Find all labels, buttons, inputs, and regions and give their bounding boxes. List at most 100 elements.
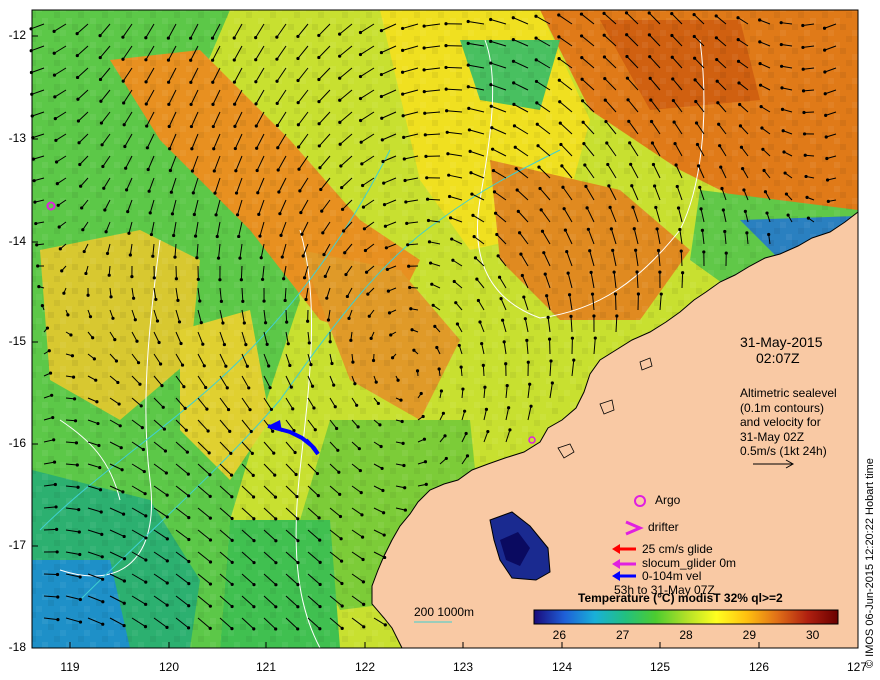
lat-tick-label: -13: [8, 131, 26, 145]
velocity-arrow-head: [361, 557, 365, 562]
lat-tick-label: -14: [8, 234, 26, 248]
velocity-arrow-head: [337, 470, 341, 474]
velocity-arrow-head: [206, 429, 210, 433]
velocity-arrow-head: [466, 63, 470, 67]
velocity-arrow-head: [114, 359, 119, 363]
velocity-arrow-head: [75, 53, 79, 58]
velocity-arrow-head: [55, 182, 59, 186]
velocity-arrow-head: [461, 387, 465, 391]
velocity-arrow-head: [318, 166, 322, 170]
velocity-arrow-head: [91, 336, 95, 340]
velocity-arrow-head: [557, 78, 561, 82]
velocity-arrow-head: [822, 26, 827, 30]
velocity-arrow-head: [144, 602, 148, 606]
velocity-arrow-head: [671, 98, 675, 103]
velocity-arrow-head: [100, 143, 104, 147]
velocity-arrow-head: [268, 386, 272, 390]
velocity-arrow-head: [230, 604, 234, 609]
velocity-arrow-head: [760, 126, 764, 130]
velocity-arrow-head: [402, 135, 406, 139]
velocity-arrow-head: [484, 407, 489, 411]
velocity-arrow-head: [78, 597, 82, 602]
velocity-arrow-head: [189, 36, 193, 40]
velocity-arrow-head: [579, 12, 584, 16]
velocity-arrow-head: [229, 451, 233, 455]
velocity-arrow-head: [252, 517, 256, 521]
velocity-arrow-head: [145, 146, 149, 150]
velocity-arrow-head: [625, 33, 629, 37]
legend-vel-label: 0-104m vel: [642, 569, 702, 583]
velocity-arrow-head: [296, 627, 300, 631]
velocity-arrow-head: [143, 624, 148, 629]
velocity-arrow-head: [341, 229, 346, 233]
velocity-arrow-head: [652, 184, 657, 188]
velocity-arrow-head: [528, 382, 532, 386]
velocity-arrow-head: [121, 79, 125, 83]
velocity-arrow-head: [489, 39, 493, 43]
velocity-arrow-head: [736, 37, 740, 42]
velocity-arrow-head: [101, 577, 105, 581]
velocity-arrow-head: [762, 168, 766, 173]
velocity-arrow-head: [340, 207, 345, 211]
velocity-arrow-head: [139, 404, 143, 408]
lon-tick-label: 119: [60, 660, 80, 674]
velocity-arrow-head: [490, 126, 494, 130]
velocity-arrow-head: [213, 191, 217, 195]
velocity-arrow-head: [565, 249, 569, 254]
velocity-arrow-head: [338, 54, 342, 58]
velocity-arrow-head: [455, 322, 460, 326]
velocity-arrow-head: [647, 11, 651, 15]
velocity-arrow-head: [77, 530, 81, 534]
velocity-arrow-head: [147, 189, 151, 193]
velocity-arrow-head: [338, 142, 342, 146]
velocity-arrow-head: [254, 124, 258, 128]
lon-tick-label: 122: [354, 660, 376, 674]
velocity-arrow-head: [483, 385, 487, 389]
velocity-arrow-head: [374, 380, 378, 384]
velocity-arrow-head: [322, 252, 326, 257]
velocity-arrow-head: [425, 176, 429, 180]
velocity-arrow-head: [222, 342, 227, 347]
velocity-arrow-head: [135, 339, 139, 343]
velocity-arrow-head: [296, 123, 300, 127]
velocity-arrow: [614, 293, 617, 311]
velocity-arrow-head: [274, 583, 278, 587]
velocity-arrow-head: [359, 491, 363, 495]
velocity-arrow-head: [801, 45, 805, 50]
velocity-arrow-head: [780, 107, 785, 111]
velocity-arrow-head: [534, 79, 539, 84]
velocity-arrow-head: [630, 184, 634, 188]
velocity-arrow-head: [466, 41, 470, 45]
velocity-arrow-head: [450, 237, 454, 241]
velocity-arrow-head: [272, 451, 276, 455]
velocity-arrow-head: [296, 34, 300, 39]
velocity-arrow-head: [144, 58, 148, 62]
velocity-arrow-head: [345, 294, 349, 299]
velocity-arrow-head: [422, 437, 427, 441]
velocity-arrow-head: [190, 147, 194, 151]
velocity-arrow-head: [382, 181, 386, 185]
date-label: 31-May-2015: [740, 334, 823, 350]
velocity-arrow-head: [75, 32, 79, 36]
velocity-arrow-head: [763, 190, 768, 194]
velocity-arrow-head: [274, 539, 278, 543]
velocity-arrow-head: [252, 539, 256, 543]
velocity-arrow-head: [489, 83, 493, 87]
velocity-arrow-head: [698, 185, 702, 189]
velocity-arrow-head: [224, 364, 228, 368]
velocity-arrow-head: [695, 142, 700, 147]
velocity-arrow-head: [189, 58, 193, 62]
velocity-arrow-head: [408, 285, 412, 290]
velocity-arrow-head: [720, 186, 724, 191]
velocity-arrow-head: [318, 560, 322, 565]
velocity-arrow-head: [177, 320, 182, 324]
velocity-arrow-head: [602, 33, 606, 37]
colorbar-tick-label: 28: [679, 628, 693, 642]
velocity-arrow-head: [444, 44, 448, 48]
velocity-arrow-head: [724, 251, 728, 255]
velocity-arrow-head: [99, 121, 104, 125]
velocity-arrow-head: [737, 81, 741, 85]
velocity-arrow-head: [164, 471, 168, 475]
velocity-arrow-head: [557, 57, 561, 61]
velocity-arrow-head: [109, 295, 113, 299]
